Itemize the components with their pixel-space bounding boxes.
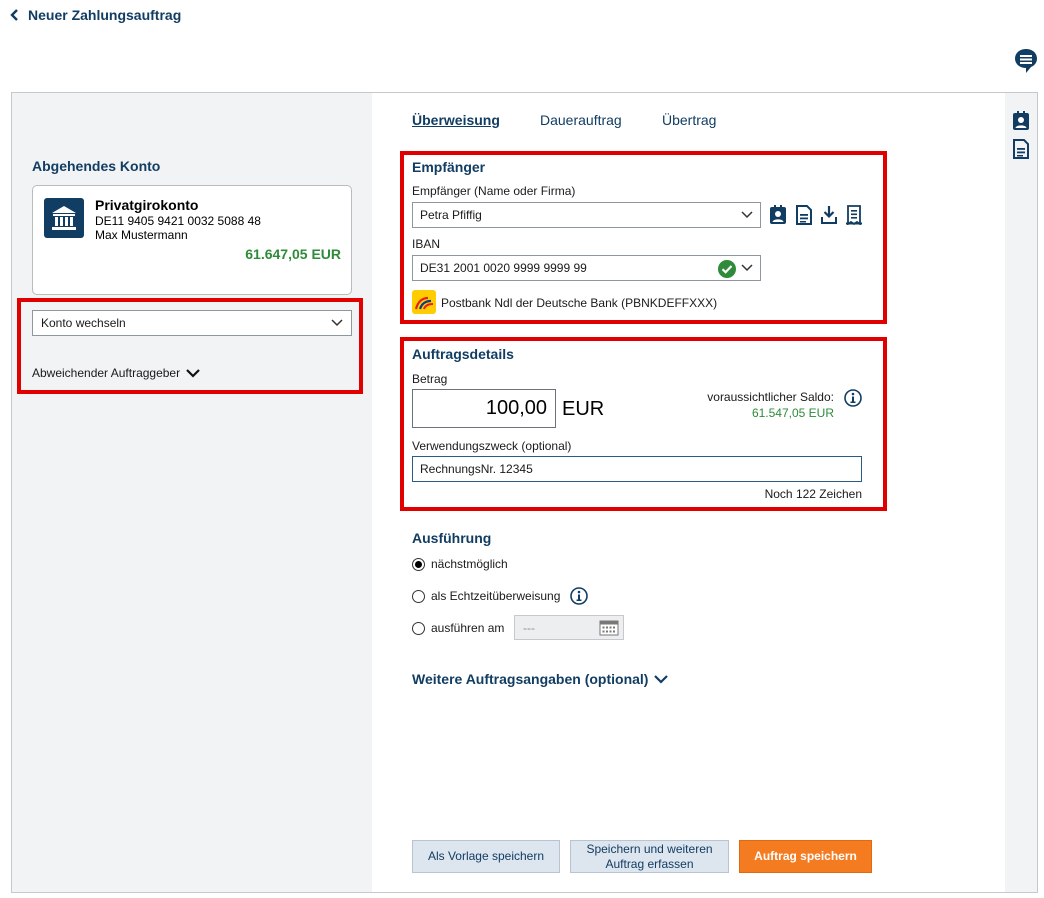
radio-label: ausführen am <box>431 621 505 635</box>
info-icon[interactable] <box>570 587 588 605</box>
tab-ueberweisung[interactable]: Überweisung <box>412 112 500 128</box>
tab-uebertrag[interactable]: Übertrag <box>662 112 716 128</box>
save-template-button[interactable]: Als Vorlage speichern <box>412 840 560 873</box>
document-icon[interactable] <box>1012 139 1030 159</box>
calendar-icon[interactable] <box>599 620 619 636</box>
date-placeholder: --- <box>523 620 535 635</box>
radio-button[interactable] <box>412 589 425 603</box>
bank-building-icon <box>44 198 84 238</box>
save-and-new-line2: Auftrag erfassen <box>605 856 694 871</box>
radio-execute-on[interactable]: ausführen am <box>412 621 504 635</box>
address-book-icon[interactable] <box>1012 111 1030 131</box>
radio-instant-transfer[interactable]: als Echtzeitüberweisung <box>412 589 560 603</box>
radio-button[interactable] <box>412 621 425 635</box>
more-details-label: Weitere Auftragsangaben (optional) <box>412 671 649 687</box>
highlight-box <box>400 337 887 511</box>
chevron-left-icon <box>10 9 18 21</box>
account-name: Privatgirokonto <box>95 197 199 213</box>
save-order-button[interactable]: Auftrag speichern <box>739 840 872 873</box>
radio-next-possible[interactable]: nächstmöglich <box>412 557 508 571</box>
page-title: Neuer Zahlungsauftrag <box>28 7 182 23</box>
account-iban: DE11 9405 9421 0032 5088 48 <box>95 214 261 228</box>
more-details-toggle[interactable]: Weitere Auftragsangaben (optional) <box>412 671 669 687</box>
tab-dauerauftrag[interactable]: Dauerauftrag <box>540 112 622 128</box>
chat-bubble-icon[interactable] <box>1014 48 1038 74</box>
radio-label: als Echtzeitüberweisung <box>431 589 561 603</box>
chevron-down-icon <box>654 674 669 684</box>
account-owner: Max Mustermann <box>95 228 188 242</box>
save-and-new-button[interactable]: Speichern und weiteren Auftrag erfassen <box>570 840 729 873</box>
execution-title: Ausführung <box>412 530 492 546</box>
radio-button[interactable] <box>412 557 425 571</box>
highlight-box <box>400 151 887 324</box>
save-and-new-line1: Speichern und weiteren <box>586 841 713 856</box>
radio-label: nächstmöglich <box>431 557 508 571</box>
highlight-box <box>17 298 363 394</box>
account-balance: 61.647,05 EUR <box>245 246 341 262</box>
back-link[interactable]: Neuer Zahlungsauftrag <box>10 7 181 23</box>
execution-date-input[interactable]: --- <box>514 615 624 640</box>
outgoing-account-title: Abgehendes Konto <box>32 158 161 174</box>
